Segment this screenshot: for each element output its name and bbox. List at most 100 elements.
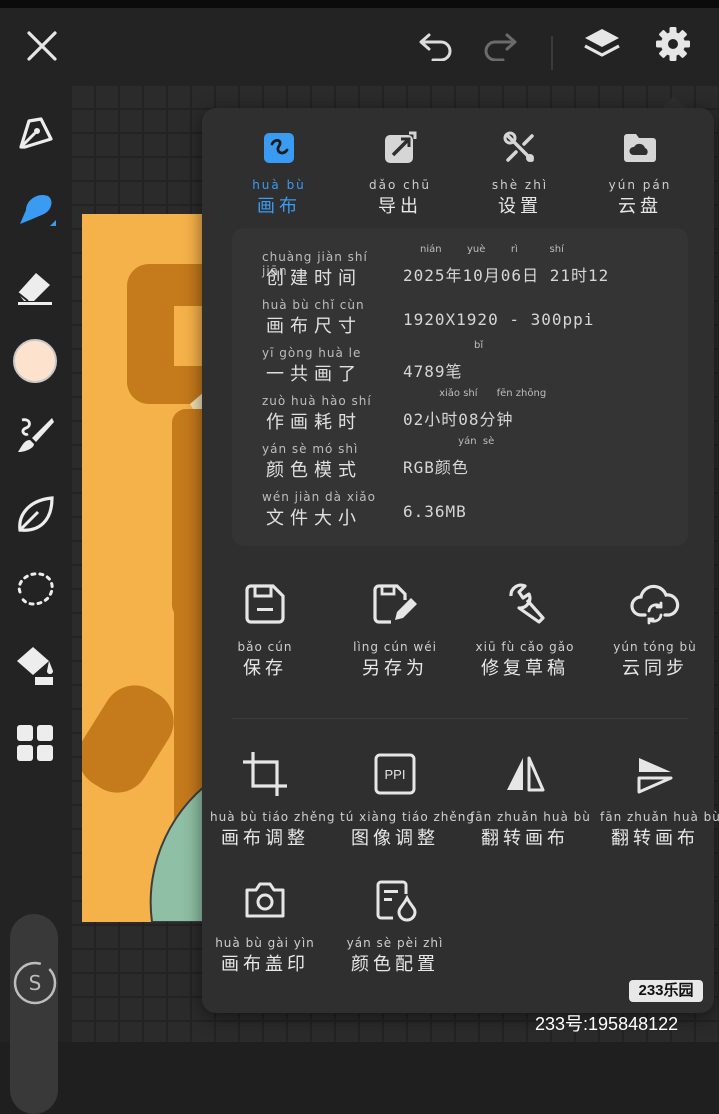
save-as-icon (340, 578, 450, 630)
image-adjust-label: 图像调整 (351, 828, 439, 849)
tab-canvas-pinyin: huà bù (252, 178, 306, 192)
svg-text:S: S (29, 971, 42, 995)
panel-divider (232, 718, 688, 719)
info-value: 4789笔 (403, 362, 463, 381)
info-pinyin: wén jiàn dà xiǎo (262, 490, 376, 504)
save-button[interactable]: bǎo cún 保存 (210, 578, 320, 680)
info-label: 画布尺寸 (266, 316, 362, 337)
pen-icon[interactable] (8, 106, 62, 160)
flip-vertical-button[interactable]: fān zhuǎn huà bù 翻转画布 (600, 748, 719, 850)
tab-export-pinyin: dǎo chū (369, 178, 431, 192)
info-label: 文件大小 (266, 508, 362, 529)
artwork-canvas[interactable] (82, 214, 222, 922)
smudge-icon[interactable] (8, 182, 62, 236)
watermark-text: 233号:195848122 (535, 1014, 679, 1034)
save-icon (210, 578, 320, 630)
flip-vertical-pinyin: fān zhuǎn huà bù (600, 810, 719, 824)
tab-settings-label: 设置 (498, 196, 542, 217)
color-config-pinyin: yán sè pèi zhì (346, 936, 444, 950)
info-value: 2025年10月06日 21时12 (403, 266, 610, 285)
info-value-pinyin: nián yuè rì shí (420, 244, 564, 255)
info-label: 作画耗时 (266, 412, 362, 433)
settings-tools-icon (465, 128, 575, 168)
info-value-pinyin: bǐ (420, 340, 484, 351)
save-pinyin: bǎo cún (237, 640, 293, 654)
watermark-badge: 233乐园 (629, 980, 703, 1002)
ppi-icon: PPI (340, 748, 450, 800)
repair-label: 修复草稿 (481, 658, 569, 679)
cloud-sync-icon (600, 578, 710, 630)
brush-size-slider[interactable] (10, 914, 58, 1114)
info-label: 颜色模式 (266, 460, 362, 481)
repair-draft-button[interactable]: xiū fù cǎo gǎo 修复草稿 (470, 578, 580, 680)
image-adjust-pinyin: tú xiàng tiáo zhěng (340, 810, 476, 824)
tab-cloud-drive-pinyin: yún pán (608, 178, 672, 192)
flip-horizontal-button[interactable]: fān zhuǎn huà bù 翻转画布 (470, 748, 590, 850)
panel-pointer (662, 96, 686, 108)
redo-icon[interactable] (478, 26, 522, 66)
info-value: 1920X1920 - 300ppi (403, 310, 595, 329)
repair-pinyin: xiū fù cǎo gǎo (475, 640, 575, 654)
info-row-created: chuàng jiàn shí jiān 创建时间 nián yuè rì sh… (232, 244, 688, 294)
color-config-label: 颜色配置 (351, 954, 439, 975)
cloud-sync-label: 云同步 (622, 658, 688, 679)
info-label: 创建时间 (266, 268, 362, 289)
info-value: 6.36MB (403, 502, 467, 521)
undo-icon[interactable] (414, 26, 458, 66)
cloud-sync-pinyin: yún tóng bù (613, 640, 697, 654)
cloud-sync-button[interactable]: yún tóng bù 云同步 (600, 578, 710, 680)
save-as-label: 另存为 (362, 658, 428, 679)
tab-canvas-label: 画布 (257, 196, 301, 217)
color-config-button[interactable]: yán sè pèi zhì 颜色配置 (340, 874, 450, 976)
canvas-info-box: chuàng jiàn shí jiān 创建时间 nián yuè rì sh… (232, 228, 688, 546)
grid-icon[interactable] (8, 716, 62, 770)
status-strip (0, 0, 719, 8)
flip-horizontal-label: 翻转画布 (481, 828, 569, 849)
crop-icon (210, 748, 320, 800)
settings-icon[interactable] (650, 22, 696, 66)
info-row-strokes: yī gòng huà le 一共画了 bǐ 4789笔 (232, 340, 688, 390)
flip-vertical-label: 翻转画布 (611, 828, 699, 849)
brush-icon[interactable] (8, 408, 62, 462)
lasso-icon[interactable] (8, 562, 62, 616)
eraser-icon[interactable] (8, 260, 62, 314)
close-icon[interactable] (20, 24, 64, 68)
info-row-file-size: wén jiàn dà xiǎo 文件大小 6.36MB (232, 490, 688, 534)
canvas-stamp-label: 画布盖印 (221, 954, 309, 975)
image-adjust-button[interactable]: PPI tú xiàng tiáo zhěng 图像调整 (340, 748, 476, 850)
tab-canvas[interactable]: huà bù 画布 (224, 128, 334, 218)
canvas-icon (224, 128, 334, 168)
tab-export[interactable]: dǎo chū 导出 (345, 128, 455, 218)
info-row-time-spent: zuò huà hào shí 作画耗时 xiǎo shí fēn zhōng … (232, 388, 688, 438)
color-config-icon (340, 874, 450, 926)
svg-text:PPI: PPI (385, 767, 406, 782)
info-value: RGB颜色 (403, 458, 469, 477)
flip-vertical-icon (600, 748, 710, 800)
export-icon (345, 128, 455, 168)
s-size-icon[interactable]: S (8, 956, 62, 1010)
toolbar-divider (551, 36, 553, 70)
layers-icon[interactable] (578, 22, 626, 66)
canvas-stamp-button[interactable]: huà bù gài yìn 画布盖印 (210, 874, 320, 976)
fill-bucket-icon[interactable] (8, 638, 62, 692)
leaf-icon[interactable] (8, 488, 62, 542)
info-pinyin: yī gòng huà le (262, 346, 362, 360)
tab-cloud-drive[interactable]: yún pán 云盘 (585, 128, 695, 218)
tab-settings[interactable]: shè zhì 设置 (465, 128, 575, 218)
info-row-size: huà bù chǐ cùn 画布尺寸 1920X1920 - 300ppi (232, 298, 688, 342)
flip-horizontal-icon (470, 748, 580, 800)
save-as-button[interactable]: lìng cún wéi 另存为 (340, 578, 450, 680)
canvas-adjust-button[interactable]: huà bù tiáo zhěng 画布调整 (210, 748, 336, 850)
info-pinyin: zuò huà hào shí (262, 394, 372, 408)
tab-cloud-drive-label: 云盘 (618, 196, 662, 217)
save-as-pinyin: lìng cún wéi (353, 640, 437, 654)
info-label: 一共画了 (266, 364, 362, 385)
info-value-pinyin: yán sè (420, 436, 495, 447)
tab-settings-pinyin: shè zhì (491, 178, 549, 192)
info-row-color-mode: yán sè mó shì 颜色模式 yán sè RGB颜色 (232, 436, 688, 486)
left-toolbar: S (0, 84, 70, 1114)
color-swatch[interactable] (8, 334, 62, 388)
camera-icon (210, 874, 320, 926)
canvas-adjust-pinyin: huà bù tiáo zhěng (210, 810, 336, 824)
cloud-folder-icon (585, 128, 695, 168)
